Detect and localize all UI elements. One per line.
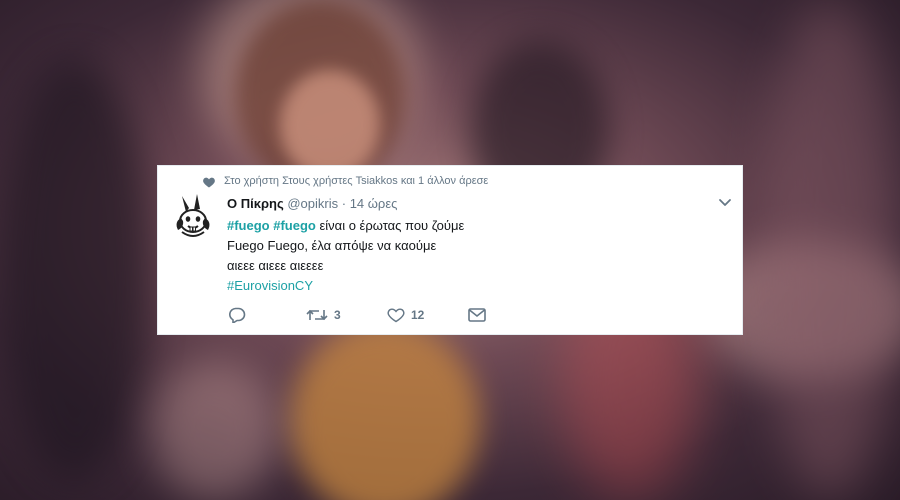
tweet-card[interactable]: Στο χρήστη Στους χρήστες Tsiakkos και 1 … — [157, 165, 743, 335]
tweet-header: Ο Πίκρης @opikris · 14 ώρες — [227, 196, 397, 211]
envelope-icon — [468, 308, 486, 322]
reply-icon — [229, 307, 246, 323]
like-count: 12 — [411, 308, 425, 322]
like-button[interactable]: 12 — [387, 306, 424, 324]
hashtag-link[interactable]: #fuego — [273, 218, 316, 233]
retweet-button[interactable]: 3 — [306, 306, 341, 324]
text-line-1: #fuego #fuego είναι ο έρωτας που ζούμε — [227, 216, 727, 236]
timestamp[interactable]: 14 ώρες — [350, 196, 398, 211]
separator: · — [341, 196, 347, 211]
chevron-down-icon[interactable] — [718, 198, 732, 208]
text-line-4: #EurovisionCY — [227, 276, 727, 296]
retweet-count: 3 — [334, 308, 341, 322]
author-handle[interactable]: @opikris — [287, 196, 338, 211]
reply-button[interactable] — [228, 306, 246, 324]
social-context: Στο χρήστη Στους χρήστες Tsiakkos και 1 … — [224, 175, 489, 187]
hashtag-link[interactable]: #fuego — [227, 218, 270, 233]
text-line-2: Fuego Fuego, έλα απόψε να καούμε — [227, 238, 437, 253]
tweet-text: #fuego #fuego είναι ο έρωτας που ζούμε F… — [227, 216, 727, 296]
tweet-actions: 3 12 — [228, 306, 528, 324]
hashtag-link[interactable]: #EurovisionCY — [227, 278, 313, 293]
retweet-icon — [306, 309, 328, 321]
heart-icon — [203, 177, 215, 188]
like-heart-icon — [387, 308, 405, 323]
author-name[interactable]: Ο Πίκρης — [227, 196, 284, 211]
rabbit-avatar-icon[interactable] — [172, 194, 214, 240]
direct-message-button[interactable] — [468, 306, 486, 324]
text-segment: είναι ο έρωτας που ζούμε — [319, 218, 465, 233]
text-line-3: αιεεε αιεεε αιεεεε — [227, 258, 324, 273]
